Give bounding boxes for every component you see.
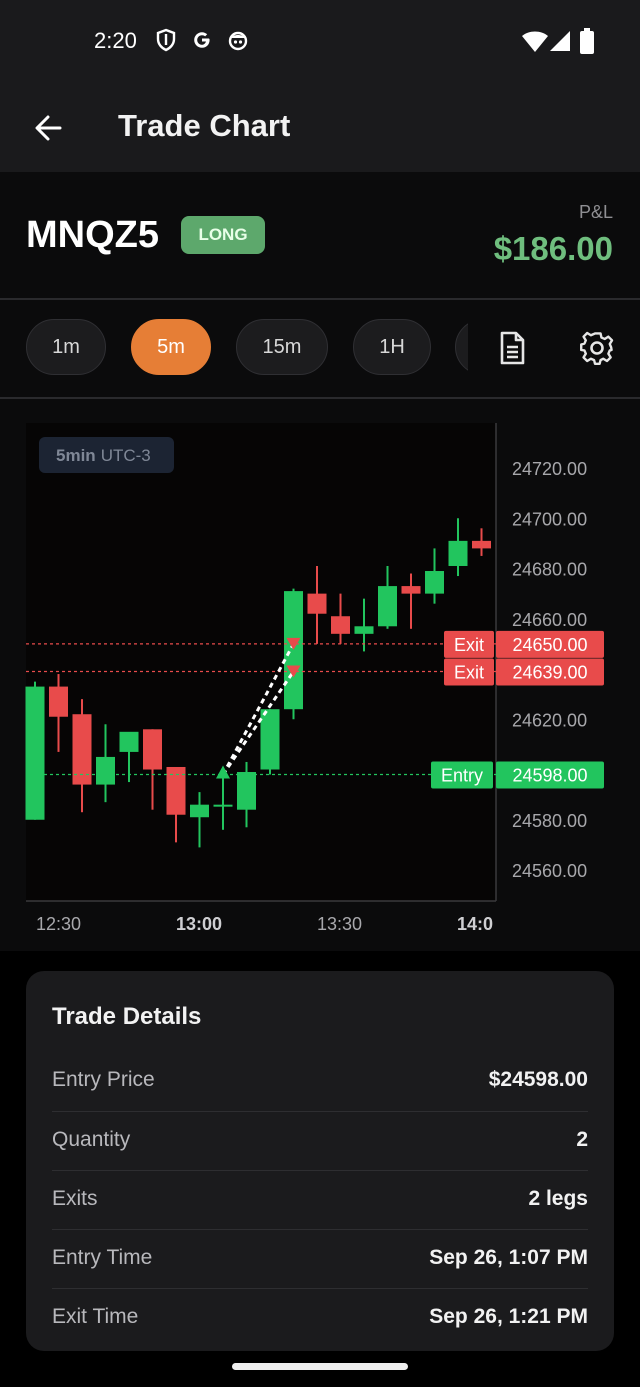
toolbar-tools xyxy=(468,300,640,397)
trade-details-title: Trade Details xyxy=(52,1003,202,1030)
timeframe-label: 1H xyxy=(379,336,405,358)
detail-row-entry-price: Entry Price $24598.00 xyxy=(52,1052,588,1111)
svg-text:5minUTC-3: 5min UTC-3 xyxy=(56,446,151,465)
time-label: 12:30 xyxy=(36,914,81,934)
candlestick-chart[interactable]: 5min UTC-3 24720.00 24700.00 24680.00 24660.… xyxy=(0,399,640,951)
status-time: 2:20 xyxy=(94,28,137,53)
symbol-label: MNQZ5 xyxy=(26,214,159,256)
candle-body xyxy=(378,586,397,627)
timeframe-15m-button[interactable]: 15m xyxy=(236,319,328,375)
detail-label: Quantity xyxy=(52,1128,131,1151)
detail-value: $24598.00 xyxy=(488,1068,588,1091)
home-indicator[interactable] xyxy=(232,1363,408,1370)
price-tick-label: 24580.00 xyxy=(512,811,587,831)
detail-value: Sep 26, 1:07 PM xyxy=(429,1246,588,1269)
timeframe-1m-button[interactable]: 1m xyxy=(26,319,106,375)
timeframe-label: 15m xyxy=(262,336,302,358)
candle-body xyxy=(237,772,256,810)
trade-header: MNQZ5 LONG P&L $186.00 xyxy=(0,172,640,300)
detail-label: Entry Time xyxy=(52,1246,153,1269)
detail-row-exit-time: Exit Time Sep 26, 1:21 PM xyxy=(52,1288,588,1348)
timeframe-label: 1m xyxy=(52,336,80,358)
price-tick-label: 24700.00 xyxy=(512,509,587,529)
candle-body xyxy=(448,540,468,566)
detail-value: 2 xyxy=(576,1128,588,1151)
price-line-value: 24639.00 xyxy=(512,663,587,683)
price-line-value: 24598.00 xyxy=(512,766,587,786)
price-tick-label: 24680.00 xyxy=(512,560,587,580)
trade-details-card: Trade Details Entry Price $24598.00 Quan… xyxy=(26,971,614,1351)
detail-row-entry-time: Entry Time Sep 26, 1:07 PM xyxy=(52,1229,588,1289)
page-title: Trade Chart xyxy=(118,108,291,143)
detail-label: Exit Time xyxy=(52,1305,139,1328)
signal-icon xyxy=(550,31,570,51)
time-label: 14:0 xyxy=(457,914,493,934)
side-badge: LONG xyxy=(181,216,265,254)
detail-value: 2 legs xyxy=(528,1187,588,1210)
timeframe-bar: 1m 5m 15m 1H xyxy=(0,300,640,399)
candle-body xyxy=(331,616,350,634)
app-bar: Trade Chart xyxy=(0,84,640,172)
interval-badge: 5min UTC-3 xyxy=(39,437,174,473)
pnl-label: P&L xyxy=(578,202,613,222)
price-line-tag-label: Exit xyxy=(454,635,484,655)
google-icon xyxy=(194,32,210,48)
price-tick-label: 24620.00 xyxy=(512,710,587,730)
timezone-label: UTC-3 xyxy=(101,446,151,465)
shield-icon xyxy=(156,28,176,52)
time-label: 13:30 xyxy=(317,914,362,934)
status-bar: 2:20 xyxy=(0,0,640,84)
document-icon[interactable] xyxy=(492,328,532,368)
candle-body xyxy=(25,686,45,820)
pnl-value: $186.00 xyxy=(493,230,613,267)
candle-body xyxy=(354,626,374,634)
battery-icon xyxy=(580,28,594,54)
candle-body xyxy=(401,586,421,594)
candle-body xyxy=(472,540,491,549)
wifi-icon xyxy=(522,31,548,52)
time-label: 13:00 xyxy=(176,914,222,934)
gear-icon[interactable] xyxy=(577,328,617,368)
time-axis: 12:30 13:00 13:30 14:0 xyxy=(36,914,493,934)
candle-body xyxy=(119,731,139,752)
detail-row-quantity: Quantity 2 xyxy=(52,1111,588,1171)
candle-body xyxy=(307,593,327,614)
price-tick-label: 24660.00 xyxy=(512,610,587,630)
candle-body xyxy=(260,709,280,770)
candle-body xyxy=(96,756,115,785)
detail-row-exits: Exits 2 legs xyxy=(52,1170,588,1230)
candle-body xyxy=(190,804,209,818)
price-line-tag-label: Exit xyxy=(454,663,484,683)
price-tick-label: 24560.00 xyxy=(512,861,587,881)
candle-body xyxy=(213,804,233,807)
candle-body xyxy=(425,571,444,594)
chart-panel[interactable]: 5min UTC-3 24720.00 24700.00 24680.00 24660.… xyxy=(0,399,640,951)
back-arrow-icon[interactable] xyxy=(30,108,70,148)
chart-plot-area xyxy=(26,423,496,901)
price-tick-label: 24720.00 xyxy=(512,459,587,479)
timeframe-label: 5m xyxy=(157,336,185,358)
detail-label: Exits xyxy=(52,1187,98,1210)
price-line-value: 24650.00 xyxy=(512,635,587,655)
timeframe-1h-button[interactable]: 1H xyxy=(353,319,431,375)
mascot-icon xyxy=(228,31,248,51)
candle-body xyxy=(284,591,303,710)
price-line-tag-label: Entry xyxy=(441,766,483,786)
detail-value: Sep 26, 1:21 PM xyxy=(429,1305,588,1328)
candle-body xyxy=(49,686,68,717)
candle-body xyxy=(143,729,162,770)
interval-label: 5min xyxy=(56,446,96,465)
detail-label: Entry Price xyxy=(52,1068,155,1091)
timeframe-5m-button[interactable]: 5m xyxy=(131,319,211,375)
